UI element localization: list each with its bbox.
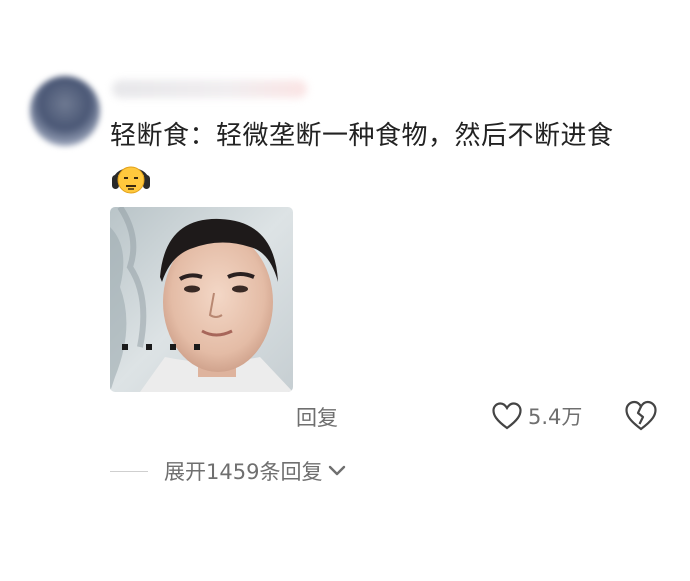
comment-actions: 回复 5.4万 bbox=[0, 396, 690, 440]
heart-outline-icon bbox=[492, 402, 522, 430]
chevron-down-icon bbox=[329, 465, 346, 476]
expand-replies-row: 展开1459条回复 bbox=[110, 454, 346, 488]
username-blurred[interactable] bbox=[112, 80, 307, 98]
avatar[interactable] bbox=[30, 76, 100, 146]
divider-line bbox=[110, 470, 148, 472]
like-button[interactable]: 5.4万 bbox=[492, 398, 582, 434]
broken-heart-icon[interactable] bbox=[624, 399, 658, 433]
expand-replies-button[interactable]: 展开1459条回复 bbox=[164, 456, 346, 486]
expand-replies-label: 展开1459条回复 bbox=[164, 460, 323, 484]
portrait-photo[interactable] bbox=[110, 207, 293, 392]
headphones-face-emoji bbox=[112, 166, 150, 194]
comment-text: 轻断食：轻微垄断一种食物，然后不断进食 bbox=[110, 121, 614, 151]
like-count: 5.4万 bbox=[528, 405, 583, 429]
comment-page: 轻断食：轻微垄断一种食物，然后不断进食 回复 5.4万 展开1459条回复 bbox=[0, 0, 690, 581]
reply-button[interactable]: 回复 bbox=[296, 402, 338, 432]
